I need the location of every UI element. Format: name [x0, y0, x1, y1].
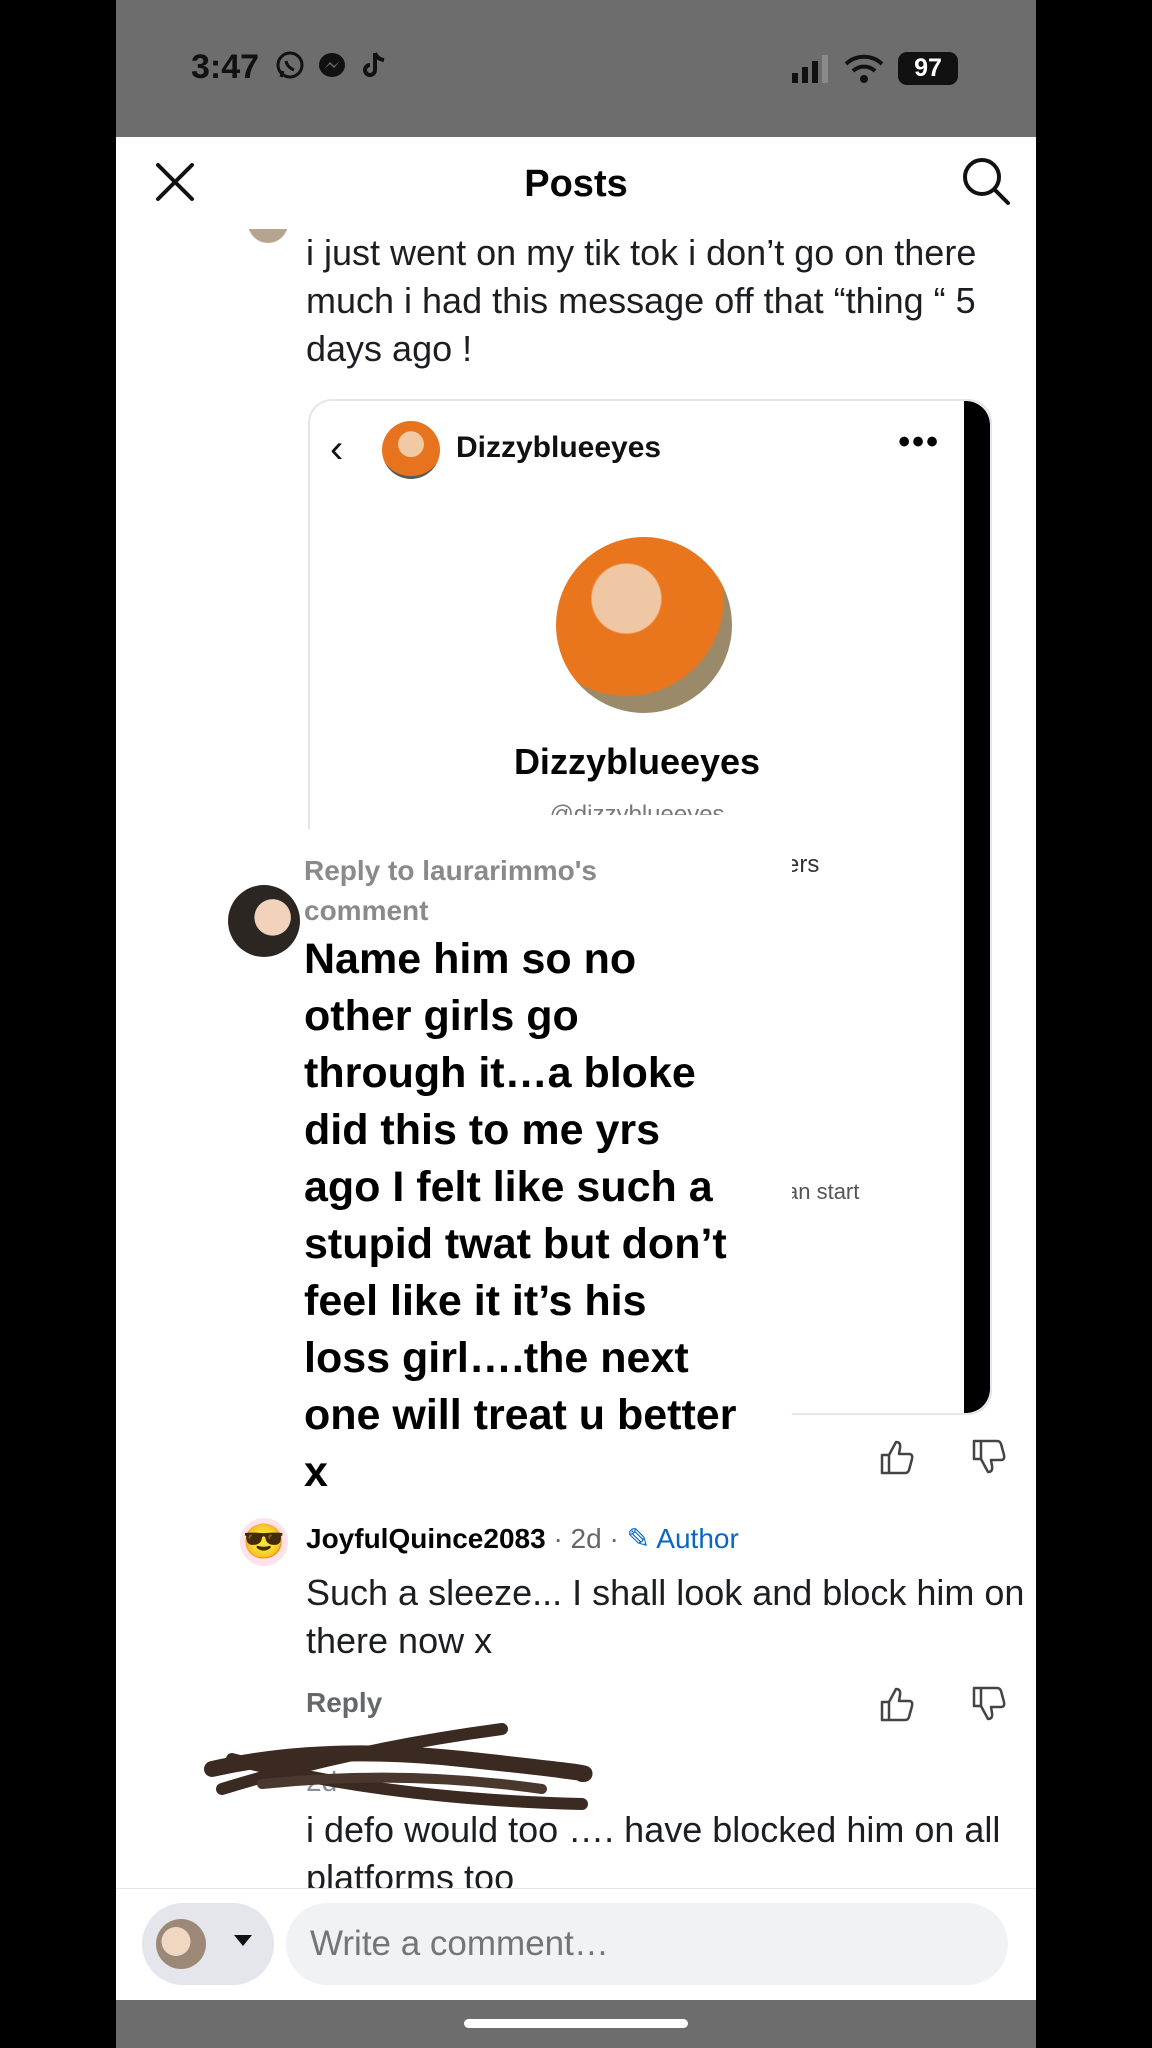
post-content: i just went on my tik tok i don’t go on … — [116, 229, 1036, 1888]
redaction-scribble — [204, 1723, 593, 1810]
account-switcher[interactable] — [142, 1903, 274, 1985]
wifi-icon — [844, 54, 884, 83]
post-text: i just went on my tik tok i don’t go on … — [306, 232, 977, 369]
comment-text: Such a sleeze... I shall look and block … — [306, 1572, 1025, 1661]
status-bar: 3:47 97 — [116, 0, 1036, 137]
battery-indicator: 97 — [898, 52, 958, 85]
status-time: 3:47 — [191, 48, 260, 86]
downvote-icon[interactable] — [968, 1437, 1008, 1477]
signal-icon — [792, 54, 828, 83]
messenger-icon — [319, 53, 345, 77]
commenter-avatar — [228, 885, 300, 957]
separator-dot: · — [553, 1523, 571, 1554]
comment-age: 2d — [570, 1523, 602, 1554]
upvote-icon[interactable] — [876, 1437, 916, 1477]
tiktok-icon — [363, 52, 385, 77]
next-comment-text: i defo would too …. have blocked him on … — [306, 1809, 1001, 1888]
top-bar: Posts — [116, 137, 1036, 229]
search-icon[interactable] — [960, 155, 1012, 207]
status-right: 97 — [790, 52, 958, 85]
downvote-icon[interactable] — [968, 1684, 1008, 1724]
home-indicator[interactable] — [464, 2019, 688, 2028]
page-title: Posts — [524, 163, 628, 205]
caret-down-icon — [234, 1935, 252, 1946]
separator-dot: · — [601, 1523, 627, 1554]
system-navbar — [116, 2000, 1036, 2048]
profile-avatar-large — [556, 537, 732, 713]
reply-to-label: Reply to laurarimmo's comment — [304, 855, 597, 926]
comment-composer — [116, 1888, 1036, 2001]
author-badge-label: Author — [656, 1523, 739, 1554]
pencil-icon: ✎ — [626, 1523, 651, 1554]
card-handle: @dizzyblueeyes — [549, 801, 725, 815]
avatar — [248, 229, 288, 243]
sunglasses-avatar-icon: 😎 — [240, 1518, 288, 1566]
whatsapp-icon — [276, 51, 304, 79]
upvote-icon[interactable] — [876, 1684, 916, 1724]
comment-input[interactable] — [286, 1903, 1008, 1985]
more-options-icon: ••• — [898, 423, 940, 461]
card-username-big: Dizzyblueeyes — [513, 741, 761, 782]
back-chevron-icon: ‹ — [330, 427, 344, 471]
card-fragment-start: an start — [786, 1179, 860, 1204]
author-badge: ✎ Author — [627, 1523, 739, 1554]
avatar — [156, 1919, 206, 1969]
comment-author[interactable]: JoyfulQuince2083 — [306, 1523, 546, 1554]
notification-icons — [274, 50, 390, 82]
card-edge — [964, 401, 990, 1413]
profile-avatar-small — [382, 421, 440, 479]
phone-screen: 3:47 97 Posts i just went on my tik tok … — [116, 0, 1036, 2048]
card-username-top: Dizzyblueeyes — [456, 431, 662, 464]
quoted-comment-text: Name him so no other girls go through it… — [304, 935, 737, 1496]
comment-meta: JoyfulQuince2083 · 2d · ✎ Author — [306, 1522, 739, 1555]
